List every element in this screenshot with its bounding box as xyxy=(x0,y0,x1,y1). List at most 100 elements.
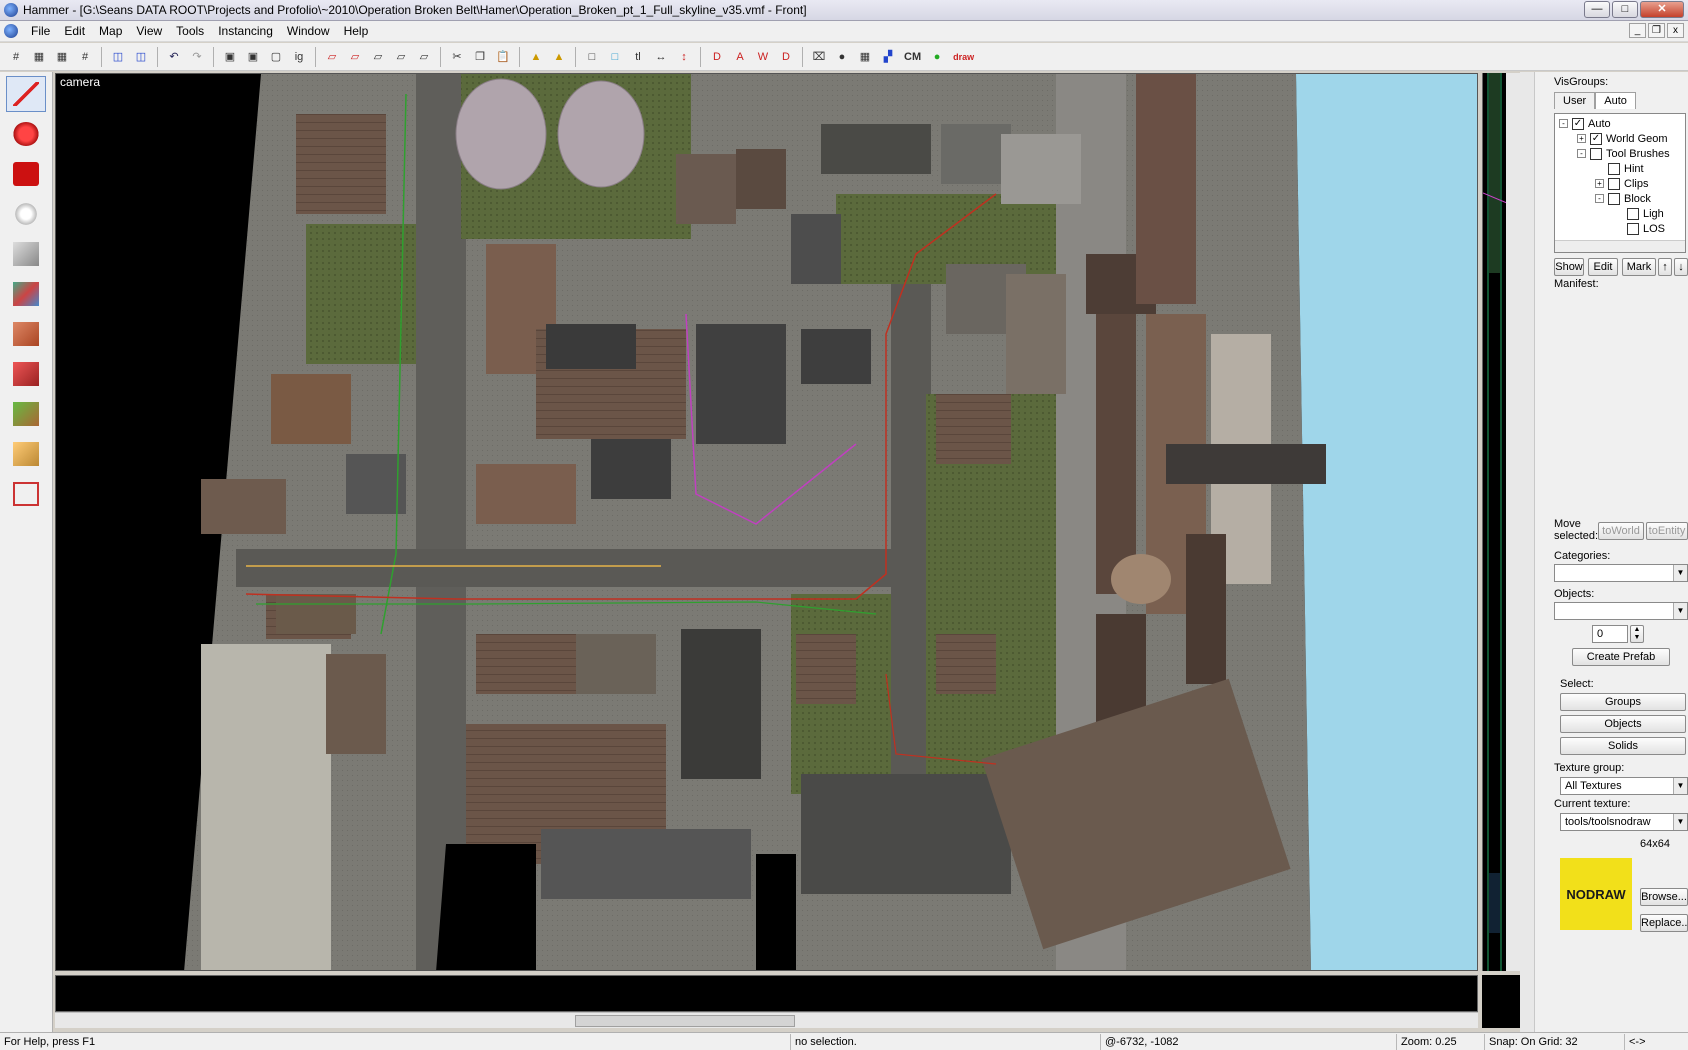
load-window-state-icon[interactable]: ◫ xyxy=(108,47,128,67)
cm-button[interactable]: CM xyxy=(901,47,924,67)
texture-preview[interactable]: NODRAW xyxy=(1560,858,1632,930)
move-up-icon[interactable]: ↑ xyxy=(1658,258,1672,276)
camera-viewport[interactable]: camera xyxy=(55,73,1478,971)
decal-tool[interactable] xyxy=(6,316,46,352)
tree-item-clips[interactable]: + Clips xyxy=(1595,176,1648,191)
document-icon[interactable] xyxy=(4,24,18,38)
bottom-view-scrollbar[interactable] xyxy=(55,1012,1478,1028)
redo-icon[interactable]: ↷ xyxy=(187,47,207,67)
side-view-scrollbar[interactable] xyxy=(1506,73,1520,971)
clipping-tool[interactable] xyxy=(6,396,46,432)
minimize-button[interactable]: — xyxy=(1584,1,1610,18)
menu-tools[interactable]: Tools xyxy=(169,21,211,42)
checkbox-icon[interactable] xyxy=(1590,147,1602,160)
collapse-icon[interactable]: - xyxy=(1577,149,1586,158)
menu-map[interactable]: Map xyxy=(92,21,129,42)
categories-combo[interactable]: ▼ xyxy=(1554,564,1688,582)
align-icon[interactable]: tl xyxy=(628,47,648,67)
tree-hscrollbar[interactable] xyxy=(1555,240,1685,252)
cordon-icon[interactable]: ● xyxy=(832,47,852,67)
to-world-button[interactable]: toWorld xyxy=(1598,522,1644,540)
block-tool[interactable] xyxy=(6,236,46,272)
show-all-icon[interactable]: ▱ xyxy=(368,47,388,67)
group-icon[interactable]: ▣ xyxy=(243,47,263,67)
objects-combo[interactable]: ▼ xyxy=(1554,602,1688,620)
menu-window[interactable]: Window xyxy=(280,21,337,42)
compile-icon[interactable]: W xyxy=(753,47,773,67)
checkbox-icon[interactable] xyxy=(1608,192,1620,205)
collapse-icon[interactable]: - xyxy=(1559,119,1568,128)
carve-icon[interactable]: ▣ xyxy=(220,47,240,67)
sound-icon[interactable]: ▦ xyxy=(855,47,875,67)
menu-file[interactable]: File xyxy=(24,21,57,42)
prefab-count-input[interactable]: 0 xyxy=(1592,625,1628,643)
texture-scale-lock-icon[interactable]: ▲ xyxy=(549,47,569,67)
grid-3d-icon[interactable]: # xyxy=(75,47,95,67)
close-button[interactable]: ✕ xyxy=(1640,1,1684,18)
menu-view[interactable]: View xyxy=(129,21,169,42)
mark-button[interactable]: Mark xyxy=(1622,258,1656,276)
tree-item-auto[interactable]: - ✓ Auto xyxy=(1559,116,1611,131)
replace-button[interactable]: Replace... xyxy=(1640,914,1688,932)
ungroup-icon[interactable]: ▢ xyxy=(266,47,286,67)
expand-icon[interactable]: + xyxy=(1577,134,1586,143)
tree-item-block[interactable]: - Block xyxy=(1595,191,1651,206)
checkbox-icon[interactable] xyxy=(1627,207,1639,220)
edit-button[interactable]: Edit xyxy=(1588,258,1618,276)
camera-tool[interactable] xyxy=(6,156,46,192)
show-button[interactable]: Show xyxy=(1554,258,1584,276)
browse-button[interactable]: Browse... xyxy=(1640,888,1688,906)
texture-tool[interactable] xyxy=(6,276,46,312)
node-icon[interactable]: ▞ xyxy=(878,47,898,67)
run-map-icon[interactable]: ● xyxy=(927,47,947,67)
checkbox-icon[interactable] xyxy=(1608,162,1620,175)
draw-button[interactable]: draw xyxy=(950,47,977,67)
tree-item-los[interactable]: LOS xyxy=(1627,221,1665,236)
corner-2d-viewport[interactable] xyxy=(1482,975,1520,1028)
selection-tool[interactable] xyxy=(6,76,46,112)
hide-unselected-icon[interactable]: ▱ xyxy=(345,47,365,67)
measure-icon[interactable]: ⌧ xyxy=(809,47,829,67)
side-2d-viewport[interactable] xyxy=(1482,73,1520,971)
panel-scrollbar[interactable] xyxy=(1520,72,1535,1040)
tree-item-light[interactable]: Ligh xyxy=(1627,206,1664,221)
checkbox-icon[interactable] xyxy=(1608,177,1620,190)
entity-tool[interactable] xyxy=(6,196,46,232)
map-info-icon[interactable]: D xyxy=(776,47,796,67)
checkbox-checked-icon[interactable]: ✓ xyxy=(1590,132,1602,145)
checkbox-checked-icon[interactable]: ✓ xyxy=(1572,117,1584,130)
path-tool[interactable] xyxy=(6,476,46,512)
flip-horizontal-icon[interactable]: ↔ xyxy=(651,47,671,67)
model-browser-icon[interactable]: A xyxy=(730,47,750,67)
vertex-tool[interactable] xyxy=(6,436,46,472)
select-by-handles-icon[interactable]: □ xyxy=(605,47,625,67)
hide-selected-icon[interactable]: ▱ xyxy=(322,47,342,67)
menu-edit[interactable]: Edit xyxy=(57,21,92,42)
current-texture-combo[interactable]: tools/toolsnodraw ▼ xyxy=(1560,813,1688,831)
mdi-restore-button[interactable]: ❐ xyxy=(1648,23,1665,38)
spin-updown-icon[interactable]: ▲ ▼ xyxy=(1630,625,1644,643)
grid-toggle-icon[interactable]: # xyxy=(6,47,26,67)
grid-larger-icon[interactable]: ▦ xyxy=(52,47,72,67)
create-prefab-button[interactable]: Create Prefab xyxy=(1572,648,1670,666)
entity-report-icon[interactable]: D xyxy=(707,47,727,67)
mdi-minimize-button[interactable]: _ xyxy=(1629,23,1646,38)
overlay-tool[interactable] xyxy=(6,356,46,392)
show-objects-icon[interactable]: ▱ xyxy=(414,47,434,67)
bottom-2d-viewport[interactable] xyxy=(55,975,1478,1012)
tree-item-hint[interactable]: Hint xyxy=(1608,161,1644,176)
paste-icon[interactable]: 📋 xyxy=(493,47,513,67)
select-solids-button[interactable]: Solids xyxy=(1560,737,1686,755)
collapse-icon[interactable]: - xyxy=(1595,194,1604,203)
tab-user[interactable]: User xyxy=(1554,92,1596,109)
tab-auto[interactable]: Auto xyxy=(1595,92,1636,109)
scrollbar-thumb[interactable] xyxy=(575,1015,795,1027)
selection-box-icon[interactable]: □ xyxy=(582,47,602,67)
tree-item-tool-brushes[interactable]: - Tool Brushes xyxy=(1577,146,1670,161)
ignore-group-icon[interactable]: ig xyxy=(289,47,309,67)
menu-instancing[interactable]: Instancing xyxy=(211,21,280,42)
magnify-tool[interactable] xyxy=(6,116,46,152)
move-down-icon[interactable]: ↓ xyxy=(1674,258,1688,276)
texture-lock-icon[interactable]: ▲ xyxy=(526,47,546,67)
hide-objects-icon[interactable]: ▱ xyxy=(391,47,411,67)
